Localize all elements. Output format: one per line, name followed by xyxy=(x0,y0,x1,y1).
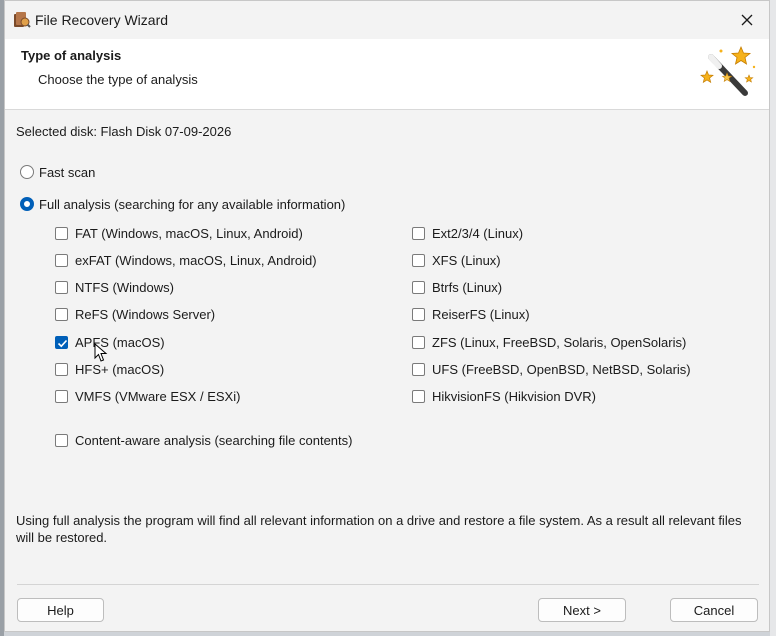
btrfs-label: Btrfs (Linux) xyxy=(432,279,503,295)
fat-label: FAT (Windows, macOS, Linux, Android) xyxy=(75,225,303,241)
ext-checkbox[interactable] xyxy=(412,226,425,240)
file-recovery-wizard-window: File Recovery Wizard Type of analysis Ch… xyxy=(4,0,770,632)
mouse-cursor-icon xyxy=(94,343,108,362)
content-aware-checkbox[interactable] xyxy=(55,433,68,447)
checkbox-row-apfs[interactable]: APFS (macOS) xyxy=(55,333,165,351)
vmfs-label: VMFS (VMware ESX / ESXi) xyxy=(75,388,241,404)
close-icon xyxy=(741,14,753,26)
zfs-checkbox[interactable] xyxy=(412,335,425,349)
hikvisionfs-label: HikvisionFS (Hikvision DVR) xyxy=(432,388,596,404)
vmfs-checkbox[interactable] xyxy=(55,389,68,403)
ntfs-checkbox[interactable] xyxy=(55,280,68,294)
cancel-button[interactable]: Cancel xyxy=(670,598,758,622)
checkbox-row-exfat[interactable]: exFAT (Windows, macOS, Linux, Android) xyxy=(55,251,317,269)
magic-wand-icon xyxy=(700,45,756,96)
apfs-label: APFS (macOS) xyxy=(75,334,165,350)
checkbox-row-ufs[interactable]: UFS (FreeBSD, OpenBSD, NetBSD, Solaris) xyxy=(412,360,691,378)
reiserfs-checkbox[interactable] xyxy=(412,307,425,321)
xfs-label: XFS (Linux) xyxy=(432,252,501,268)
btrfs-checkbox[interactable] xyxy=(412,280,425,294)
checkbox-row-ntfs[interactable]: NTFS (Windows) xyxy=(55,278,174,296)
refs-checkbox[interactable] xyxy=(55,307,68,321)
xfs-checkbox[interactable] xyxy=(412,253,425,267)
hfsplus-checkbox[interactable] xyxy=(55,362,68,376)
checkbox-row-xfs[interactable]: XFS (Linux) xyxy=(412,251,501,269)
refs-label: ReFS (Windows Server) xyxy=(75,306,216,322)
fast-scan-radio[interactable] xyxy=(20,165,34,179)
selected-disk-label: Selected disk: Flash Disk 07-09-2026 xyxy=(16,124,232,139)
checkbox-row-fat[interactable]: FAT (Windows, macOS, Linux, Android) xyxy=(55,224,303,242)
ufs-checkbox[interactable] xyxy=(412,362,425,376)
checkbox-row-vmfs[interactable]: VMFS (VMware ESX / ESXi) xyxy=(55,387,240,405)
checkbox-row-reiserfs[interactable]: ReiserFS (Linux) xyxy=(412,305,530,323)
wizard-header: Type of analysis Choose the type of anal… xyxy=(5,39,769,110)
apfs-checkbox[interactable] xyxy=(55,335,68,349)
close-button[interactable] xyxy=(731,5,763,35)
footer-divider xyxy=(17,584,759,585)
zfs-label: ZFS (Linux, FreeBSD, Solaris, OpenSolari… xyxy=(432,334,687,350)
window-title: File Recovery Wizard xyxy=(35,12,169,28)
checkbox-row-ext[interactable]: Ext2/3/4 (Linux) xyxy=(412,224,523,242)
title-bar: File Recovery Wizard xyxy=(5,1,769,39)
help-button[interactable]: Help xyxy=(17,598,104,622)
checkbox-row-btrfs[interactable]: Btrfs (Linux) xyxy=(412,278,502,296)
checkmark-icon xyxy=(57,339,68,347)
page-title: Type of analysis xyxy=(21,48,122,63)
checkbox-row-hfsplus[interactable]: HFS+ (macOS) xyxy=(55,360,164,378)
ufs-label: UFS (FreeBSD, OpenBSD, NetBSD, Solaris) xyxy=(432,361,691,377)
ext-label: Ext2/3/4 (Linux) xyxy=(432,225,524,241)
next-button[interactable]: Next > xyxy=(538,598,626,622)
exfat-label: exFAT (Windows, macOS, Linux, Android) xyxy=(75,252,317,268)
full-analysis-label[interactable]: Full analysis (searching for any availab… xyxy=(39,197,345,212)
checkbox-row-hikvisionfs[interactable]: HikvisionFS (Hikvision DVR) xyxy=(412,387,596,405)
checkbox-row-content-aware[interactable]: Content-aware analysis (searching file c… xyxy=(55,431,352,449)
hfsplus-label: HFS+ (macOS) xyxy=(75,361,165,377)
background-edge-right xyxy=(770,0,776,636)
analysis-description: Using full analysis the program will fin… xyxy=(16,513,742,545)
checkbox-row-refs[interactable]: ReFS (Windows Server) xyxy=(55,305,215,323)
page-subtitle: Choose the type of analysis xyxy=(38,72,198,87)
checkbox-row-zfs[interactable]: ZFS (Linux, FreeBSD, Solaris, OpenSolari… xyxy=(412,333,686,351)
reiserfs-label: ReiserFS (Linux) xyxy=(432,306,530,322)
content-aware-label: Content-aware analysis (searching file c… xyxy=(75,432,353,448)
hikvisionfs-checkbox[interactable] xyxy=(412,389,425,403)
app-icon xyxy=(14,12,31,28)
exfat-checkbox[interactable] xyxy=(55,253,68,267)
fat-checkbox[interactable] xyxy=(55,226,68,240)
full-analysis-radio[interactable] xyxy=(20,197,34,211)
ntfs-label: NTFS (Windows) xyxy=(75,279,174,295)
fast-scan-label[interactable]: Fast scan xyxy=(39,165,95,180)
